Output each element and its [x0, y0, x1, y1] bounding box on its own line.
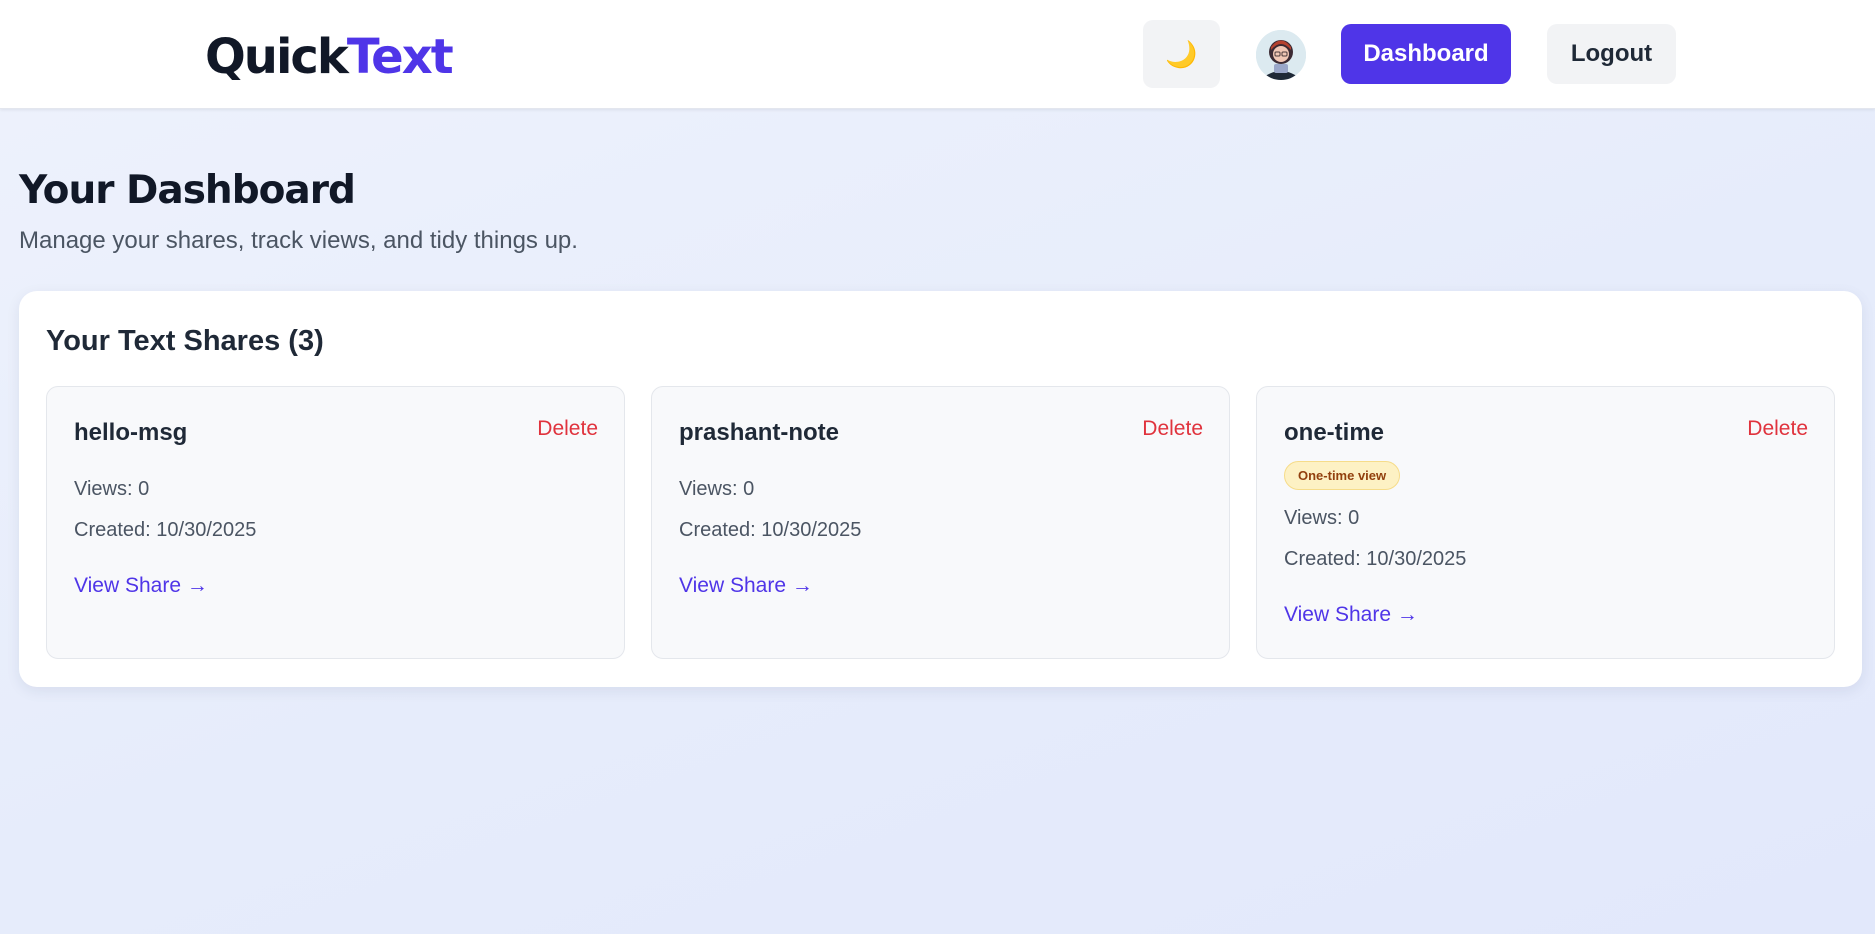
share-created-date: Created: 10/30/2025 — [1284, 548, 1467, 570]
share-views: Views: 0 — [679, 478, 755, 500]
logo-text-text: Text — [346, 29, 454, 85]
view-share-link[interactable]: View Share → — [1284, 603, 1418, 627]
share-card: prashant-note Delete Views: 0 Created: 1… — [651, 386, 1230, 659]
page-title: Your Dashboard — [19, 168, 356, 213]
logo-text-quick: Quick — [205, 29, 349, 85]
avatar[interactable] — [1256, 30, 1306, 80]
one-time-view-badge: One-time view — [1284, 461, 1401, 490]
shares-panel: Your Text Shares (3) hello-msg Delete Vi… — [19, 291, 1862, 687]
share-created-date: Created: 10/30/2025 — [679, 519, 862, 541]
share-views: Views: 0 — [74, 478, 150, 500]
share-card: hello-msg Delete Views: 0 Created: 10/30… — [46, 386, 625, 659]
share-name: prashant-note — [679, 419, 840, 446]
top-nav: QuickText 🌙 Dashboard Logout — [0, 0, 1875, 109]
share-views: Views: 0 — [1284, 507, 1360, 529]
view-share-link[interactable]: View Share → — [74, 574, 208, 598]
panel-title: Your Text Shares (3) — [46, 325, 324, 357]
moon-icon: 🌙 — [1165, 38, 1198, 69]
share-name: hello-msg — [74, 419, 188, 446]
share-created-date: Created: 10/30/2025 — [74, 519, 257, 541]
share-name: one-time — [1284, 419, 1385, 446]
view-share-link[interactable]: View Share → — [679, 574, 813, 598]
page-subtitle: Manage your shares, track views, and tid… — [19, 227, 578, 254]
share-card: one-time Delete One-time view Views: 0 C… — [1256, 386, 1835, 659]
theme-toggle-button[interactable]: 🌙 — [1143, 20, 1220, 88]
delete-button[interactable]: Delete — [537, 417, 598, 441]
avatar-illustration — [1256, 30, 1306, 80]
logout-button[interactable]: Logout — [1547, 24, 1676, 84]
dashboard-button[interactable]: Dashboard — [1341, 24, 1511, 84]
delete-button[interactable]: Delete — [1142, 417, 1203, 441]
delete-button[interactable]: Delete — [1747, 417, 1808, 441]
logo[interactable]: QuickText — [205, 26, 454, 88]
